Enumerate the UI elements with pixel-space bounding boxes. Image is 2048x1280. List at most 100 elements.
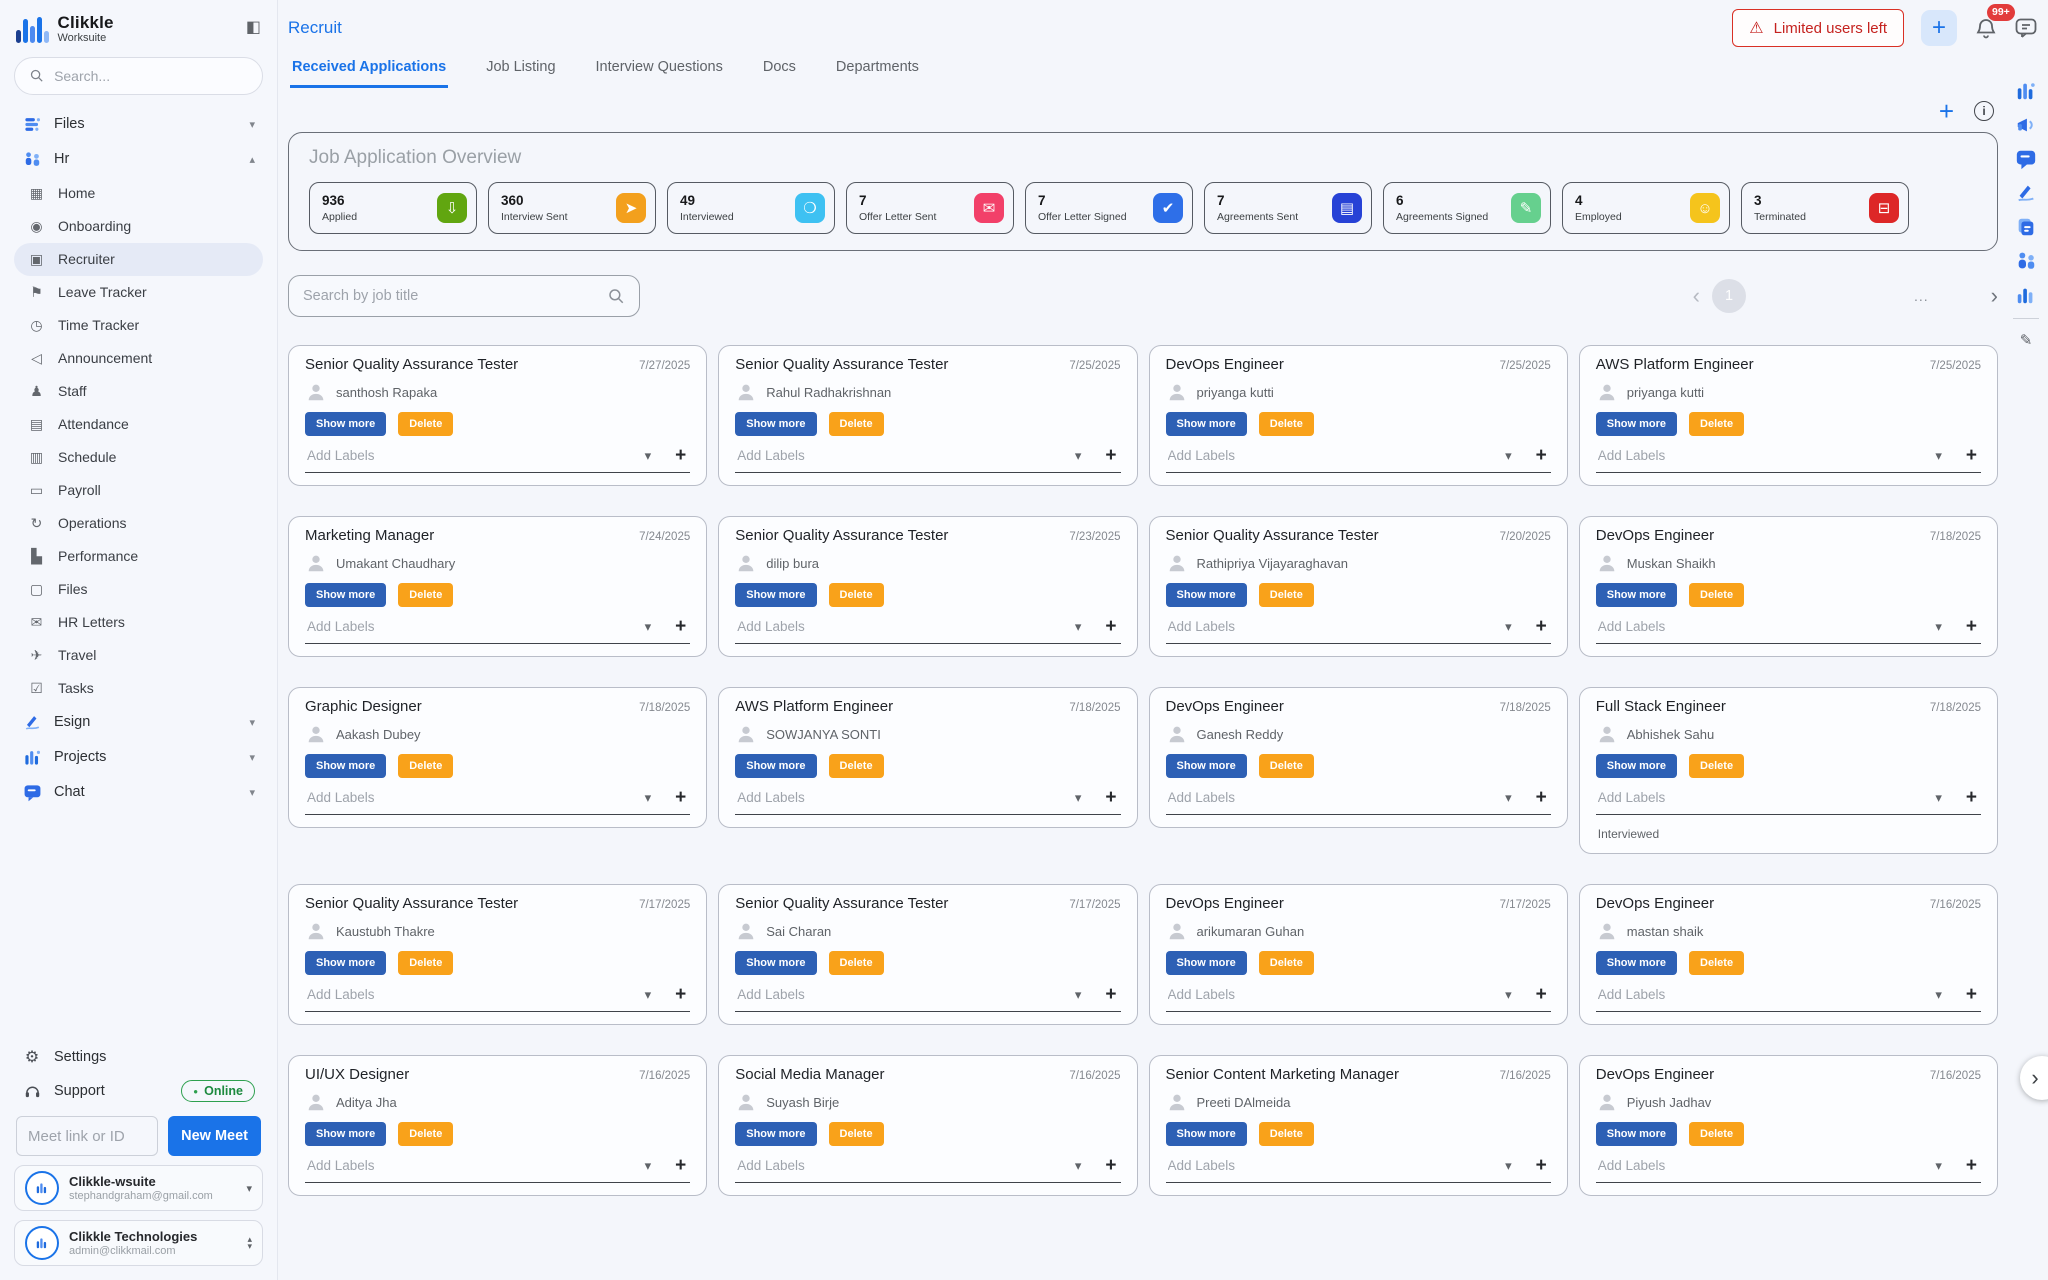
sidebar-subitem[interactable]: ▣ Recruiter (14, 243, 263, 276)
labels-dropdown-icon[interactable]: ▾ (1075, 448, 1082, 464)
show-more-button[interactable]: Show more (1166, 1122, 1247, 1146)
delete-button[interactable]: Delete (1259, 754, 1314, 778)
show-more-button[interactable]: Show more (1166, 951, 1247, 975)
show-more-button[interactable]: Show more (735, 412, 816, 436)
labels-dropdown-icon[interactable]: ▾ (1505, 1158, 1512, 1174)
add-labels-input[interactable] (307, 790, 645, 805)
delete-button[interactable]: Delete (398, 951, 453, 975)
job-title-search-input[interactable] (303, 288, 607, 304)
add-labels-input[interactable] (307, 619, 645, 634)
add-label-button[interactable]: + (1536, 446, 1547, 465)
new-meet-button[interactable]: New Meet (168, 1116, 261, 1156)
labels-dropdown-icon[interactable]: ▾ (1505, 790, 1512, 806)
add-application-button[interactable]: + (1939, 98, 1954, 124)
labels-dropdown-icon[interactable]: ▾ (645, 987, 652, 1003)
tab-received-applications[interactable]: Received Applications (290, 50, 448, 88)
add-label-button[interactable]: + (1966, 446, 1977, 465)
sidebar-subitem[interactable]: ☑ Tasks (14, 672, 263, 705)
sidebar-subitem[interactable]: ▢ Files (14, 573, 263, 606)
delete-button[interactable]: Delete (1259, 583, 1314, 607)
sidebar-subitem[interactable]: ◷ Time Tracker (14, 309, 263, 342)
labels-dropdown-icon[interactable]: ▾ (1075, 1158, 1082, 1174)
add-label-button[interactable]: + (675, 788, 686, 807)
tab-interview-questions[interactable]: Interview Questions (594, 50, 725, 88)
delete-button[interactable]: Delete (1689, 951, 1744, 975)
sidebar-subitem[interactable]: ⚑ Leave Tracker (14, 276, 263, 309)
labels-dropdown-icon[interactable]: ▾ (1935, 619, 1942, 635)
show-more-button[interactable]: Show more (735, 754, 816, 778)
sidebar-subitem[interactable]: ◁ Announcement (14, 342, 263, 375)
add-label-button[interactable]: + (1105, 1156, 1116, 1175)
show-more-button[interactable]: Show more (1166, 583, 1247, 607)
add-label-button[interactable]: + (675, 617, 686, 636)
sidebar-subitem[interactable]: ▦ Home (14, 177, 263, 210)
add-button[interactable]: + (1921, 10, 1957, 46)
pagination-next-icon[interactable]: › (1991, 283, 1998, 309)
sidebar-subitem[interactable]: ▙ Performance (14, 540, 263, 573)
add-label-button[interactable]: + (1966, 617, 1977, 636)
labels-dropdown-icon[interactable]: ▾ (1935, 987, 1942, 1003)
account-switcher-org[interactable]: Clikkle Technologies admin@clikkmail.com… (14, 1220, 263, 1266)
rail-chat-icon[interactable] (2015, 148, 2037, 170)
delete-button[interactable]: Delete (1689, 583, 1744, 607)
edit-pencil-icon[interactable]: ✎ (2020, 331, 2033, 349)
delete-button[interactable]: Delete (829, 951, 884, 975)
labels-dropdown-icon[interactable]: ▾ (1935, 1158, 1942, 1174)
show-more-button[interactable]: Show more (735, 1122, 816, 1146)
labels-dropdown-icon[interactable]: ▾ (645, 1158, 652, 1174)
add-labels-input[interactable] (1598, 1158, 1936, 1173)
show-more-button[interactable]: Show more (1596, 583, 1677, 607)
sidebar-subitem[interactable]: ♟ Staff (14, 375, 263, 408)
labels-dropdown-icon[interactable]: ▾ (645, 790, 652, 806)
sidebar-search[interactable] (14, 57, 263, 95)
delete-button[interactable]: Delete (1259, 951, 1314, 975)
add-labels-input[interactable] (1168, 790, 1506, 805)
labels-dropdown-icon[interactable]: ▾ (645, 619, 652, 635)
add-label-button[interactable]: + (1105, 788, 1116, 807)
sidebar-subitem[interactable]: ▤ Attendance (14, 408, 263, 441)
show-more-button[interactable]: Show more (1596, 951, 1677, 975)
show-more-button[interactable]: Show more (305, 583, 386, 607)
add-labels-input[interactable] (1168, 1158, 1506, 1173)
labels-dropdown-icon[interactable]: ▾ (1505, 448, 1512, 464)
sidebar-subitem[interactable]: ◉ Onboarding (14, 210, 263, 243)
show-more-button[interactable]: Show more (1596, 754, 1677, 778)
pagination-page-1[interactable]: 1 (1712, 279, 1746, 313)
show-more-button[interactable]: Show more (1596, 412, 1677, 436)
tab-departments[interactable]: Departments (834, 50, 921, 88)
feedback-chat-icon[interactable] (2014, 16, 2038, 40)
add-labels-input[interactable] (307, 448, 645, 463)
sidebar-item-support[interactable]: Support ● Online (14, 1074, 263, 1108)
add-labels-input[interactable] (737, 619, 1075, 634)
add-labels-input[interactable] (737, 1158, 1075, 1173)
add-labels-input[interactable] (1598, 987, 1936, 1002)
notifications-button[interactable]: 99+ (1974, 12, 1998, 45)
add-labels-input[interactable] (737, 790, 1075, 805)
delete-button[interactable]: Delete (398, 412, 453, 436)
meet-link-input[interactable] (16, 1116, 158, 1156)
delete-button[interactable]: Delete (829, 583, 884, 607)
add-label-button[interactable]: + (1536, 788, 1547, 807)
labels-dropdown-icon[interactable]: ▾ (1505, 987, 1512, 1003)
delete-button[interactable]: Delete (1689, 1122, 1744, 1146)
add-labels-input[interactable] (737, 987, 1075, 1002)
delete-button[interactable]: Delete (398, 583, 453, 607)
rail-esign-icon[interactable] (2015, 182, 2037, 204)
labels-dropdown-icon[interactable]: ▾ (1935, 790, 1942, 806)
labels-dropdown-icon[interactable]: ▾ (645, 448, 652, 464)
pagination-prev-icon[interactable]: ‹ (1693, 283, 1700, 309)
tab-docs[interactable]: Docs (761, 50, 798, 88)
rail-projects-icon[interactable] (2015, 80, 2037, 102)
add-label-button[interactable]: + (675, 446, 686, 465)
rail-charts-icon[interactable] (2015, 284, 2037, 306)
delete-button[interactable]: Delete (829, 754, 884, 778)
delete-button[interactable]: Delete (398, 1122, 453, 1146)
add-labels-input[interactable] (1598, 790, 1936, 805)
show-more-button[interactable]: Show more (305, 412, 386, 436)
show-more-button[interactable]: Show more (305, 1122, 386, 1146)
add-labels-input[interactable] (1168, 619, 1506, 634)
search-input[interactable] (54, 68, 248, 84)
rail-hr-icon[interactable] (2015, 250, 2037, 272)
sidebar-item-chat[interactable]: Chat ▾ (14, 775, 263, 810)
add-label-button[interactable]: + (1966, 1156, 1977, 1175)
